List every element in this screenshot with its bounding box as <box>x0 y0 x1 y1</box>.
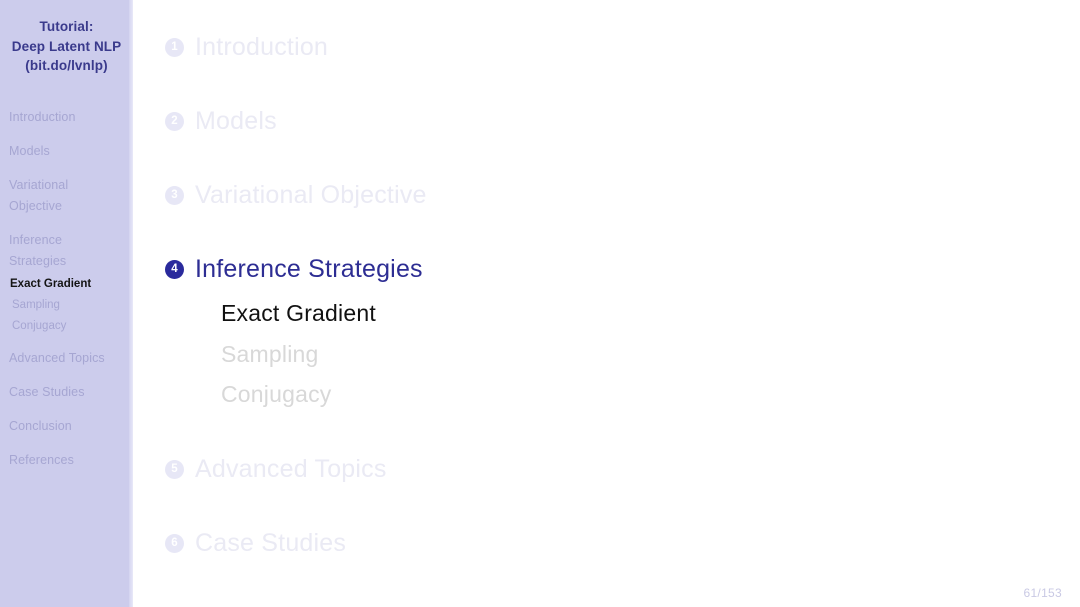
toc-item-label: Advanced Topics <box>195 455 387 484</box>
toc-item-advanced-topics[interactable]: 5 Advanced Topics <box>165 455 1080 484</box>
sidebar-item-advanced-topics[interactable]: Advanced Topics <box>9 348 129 369</box>
sidebar-item-label: Conclusion <box>9 416 129 437</box>
toc-item-label: Variational Objective <box>195 181 427 210</box>
sidebar-item-introduction[interactable]: Introduction <box>9 107 129 128</box>
sidebar-subitem-sampling[interactable]: Sampling <box>9 295 129 316</box>
toc-number-badge: 5 <box>165 460 184 479</box>
page-number: 61/153 <box>1023 586 1062 600</box>
sidebar-item-variational-objective[interactable]: Variational Objective <box>9 175 129 217</box>
toc-item-models[interactable]: 2 Models <box>165 107 1080 136</box>
sidebar-item-label: Advanced Topics <box>9 348 129 369</box>
toc-number-badge: 3 <box>165 186 184 205</box>
toc-item-variational-objective[interactable]: 3 Variational Objective <box>165 181 1080 210</box>
sidebar-subnav: Exact Gradient Sampling Conjugacy <box>9 274 129 337</box>
toc-subsection-exact-gradient[interactable]: Exact Gradient <box>221 293 1080 334</box>
toc-number-badge: 1 <box>165 38 184 57</box>
sidebar-item-models[interactable]: Models <box>9 141 129 162</box>
sidebar-item-label: Introduction <box>9 107 129 128</box>
sidebar-item-label: Inference <box>9 230 129 251</box>
toc-item-label: Case Studies <box>195 529 346 558</box>
sidebar-nav: Introduction Models Variational Objectiv… <box>0 107 133 472</box>
sidebar-item-label: Variational <box>9 175 129 196</box>
sidebar-title-line-2: Deep Latent NLP <box>0 37 133 57</box>
toc-number-badge: 6 <box>165 534 184 553</box>
slide-content: 1 Introduction 2 Models 3 Variational Ob… <box>133 0 1080 607</box>
toc-subsection-sampling[interactable]: Sampling <box>221 334 1080 375</box>
sidebar-item-case-studies[interactable]: Case Studies <box>9 382 129 403</box>
sidebar-subitem-exact-gradient[interactable]: Exact Gradient <box>9 274 129 295</box>
sidebar-title-line-3: (bit.do/lvnlp) <box>0 56 133 76</box>
sidebar-item-label: References <box>9 450 129 471</box>
toc-subsection-list: Exact Gradient Sampling Conjugacy <box>165 293 1080 415</box>
sidebar-item-conclusion[interactable]: Conclusion <box>9 416 129 437</box>
toc-item-label: Models <box>195 107 277 136</box>
presentation-slide: Tutorial: Deep Latent NLP (bit.do/lvnlp)… <box>0 0 1080 607</box>
toc-item-label: Inference Strategies <box>195 255 423 284</box>
sidebar-item-label: Case Studies <box>9 382 129 403</box>
sidebar-item-inference-strategies[interactable]: Inference Strategies <box>9 230 129 272</box>
toc-number-badge: 2 <box>165 112 184 131</box>
sidebar-title: Tutorial: Deep Latent NLP (bit.do/lvnlp) <box>0 0 133 76</box>
toc-item-label: Introduction <box>195 33 328 62</box>
toc-subsection-conjugacy[interactable]: Conjugacy <box>221 374 1080 415</box>
sidebar-subitem-conjugacy[interactable]: Conjugacy <box>9 316 129 337</box>
sidebar-title-line-1: Tutorial: <box>0 17 133 37</box>
toc-number-badge: 4 <box>165 260 184 279</box>
toc-item-introduction[interactable]: 1 Introduction <box>165 33 1080 62</box>
sidebar-item-label: Models <box>9 141 129 162</box>
sidebar-item-label-cont: Objective <box>9 196 129 217</box>
sidebar-item-label-cont: Strategies <box>9 251 129 272</box>
toc-item-inference-strategies[interactable]: 4 Inference Strategies <box>165 255 1080 284</box>
sidebar-item-references[interactable]: References <box>9 450 129 471</box>
sidebar: Tutorial: Deep Latent NLP (bit.do/lvnlp)… <box>0 0 133 607</box>
toc-item-case-studies[interactable]: 6 Case Studies <box>165 529 1080 558</box>
